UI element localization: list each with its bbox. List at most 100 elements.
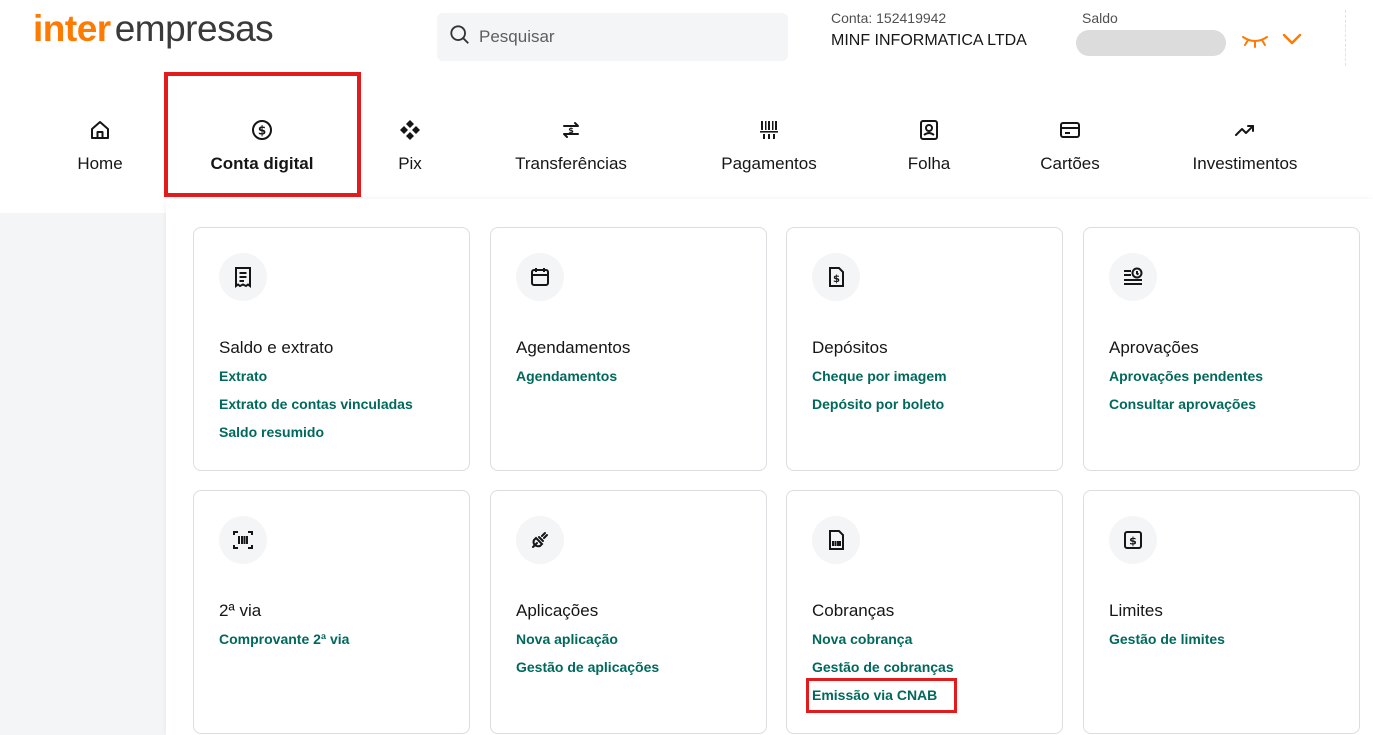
chevron-down-icon[interactable]	[1280, 28, 1304, 50]
eye-closed-icon[interactable]	[1240, 30, 1270, 50]
link-extrato[interactable]: Extrato	[219, 367, 413, 385]
barcode-icon	[760, 121, 778, 139]
card-links: Gestão de limites	[1109, 630, 1225, 658]
nav-label-pix: Pix	[398, 154, 422, 173]
card-links: Agendamentos	[516, 367, 617, 395]
card-title: Aplicações	[516, 601, 599, 620]
link-deposito-por-boleto[interactable]: Depósito por boleto	[812, 395, 947, 413]
svg-text:$: $	[1129, 535, 1137, 548]
link-gestao-de-limites[interactable]: Gestão de limites	[1109, 630, 1225, 648]
brand-logo-inter: inter	[33, 8, 111, 49]
left-background	[0, 213, 166, 735]
link-gestao-de-aplicacoes[interactable]: Gestão de aplicações	[516, 658, 659, 676]
scan-barcode-icon	[233, 531, 253, 549]
card-title: Saldo e extrato	[219, 338, 334, 357]
nav-item-folha[interactable]: Folha	[884, 98, 974, 198]
svg-text:$: $	[568, 126, 574, 135]
card-icon-circle	[516, 516, 564, 564]
nav-label-investimentos: Investimentos	[1192, 154, 1298, 173]
card-cobrancas: Cobranças Nova cobrança Gestão de cobran…	[786, 490, 1063, 734]
card-icon-circle	[1109, 253, 1157, 301]
trend-up-icon	[1235, 125, 1254, 136]
plug-icon	[532, 532, 548, 548]
balance-label: Saldo	[1082, 10, 1118, 26]
card-icon-circle: $	[812, 253, 860, 301]
search-bar[interactable]	[437, 13, 788, 61]
link-aprovacoes-pendentes[interactable]: Aprovações pendentes	[1109, 367, 1263, 385]
account-number: Conta: 152419942	[831, 10, 947, 26]
card-links: Extrato Extrato de contas vinculadas Sal…	[219, 367, 413, 451]
calendar-icon	[531, 268, 549, 286]
nav-item-investimentos[interactable]: Investimentos	[1176, 98, 1314, 198]
main-nav: Home $ Conta digital Pix $ Transferência…	[0, 98, 1373, 198]
nav-label-cartoes: Cartões	[1040, 154, 1100, 173]
card-icon-circle	[812, 516, 860, 564]
card-depositos: $ Depósitos Cheque por imagem Depósito p…	[786, 227, 1063, 471]
card-links: Nova aplicação Gestão de aplicações	[516, 630, 659, 686]
nav-label-transferencias: Transferências	[515, 154, 627, 173]
nav-label-home: Home	[77, 154, 123, 173]
limit-dollar-icon: $	[1124, 531, 1142, 549]
card-saldo-extrato: Saldo e extrato Extrato Extrato de conta…	[193, 227, 470, 471]
nav-item-cartoes[interactable]: Cartões	[1022, 98, 1118, 198]
nav-item-conta-digital[interactable]: $ Conta digital	[180, 98, 344, 198]
card-links: Cheque por imagem Depósito por boleto	[812, 367, 947, 423]
nav-label-conta-digital: Conta digital	[210, 154, 314, 173]
nav-item-pix[interactable]: Pix	[378, 98, 442, 198]
link-agendamentos[interactable]: Agendamentos	[516, 367, 617, 385]
svg-text:$: $	[833, 274, 840, 285]
nav-label-folha: Folha	[907, 154, 951, 173]
brand-logo-empresas: empresas	[114, 8, 274, 49]
balance-hidden-bar	[1076, 30, 1226, 56]
search-input[interactable]	[479, 27, 769, 47]
card-title: Cobranças	[812, 601, 895, 620]
nav-item-pagamentos[interactable]: Pagamentos	[706, 98, 832, 198]
pix-icon	[400, 120, 420, 140]
account-info[interactable]: Conta: 152419942 MINF INFORMATICA LTDA	[831, 10, 1027, 50]
card-limites: $ Limites Gestão de limites	[1083, 490, 1360, 734]
card-title: 2ª via	[219, 601, 262, 620]
card-icon-circle: $	[1109, 516, 1157, 564]
account-name: MINF INFORMATICA LTDA	[831, 32, 1027, 49]
card-aplicacoes: Aplicações Nova aplicação Gestão de apli…	[490, 490, 767, 734]
receipt-icon	[235, 267, 251, 288]
approval-clock-icon	[1124, 267, 1143, 285]
link-comprovante-2a-via[interactable]: Comprovante 2ª via	[219, 630, 349, 648]
link-cheque-por-imagem[interactable]: Cheque por imagem	[812, 367, 947, 385]
balance-area: Saldo	[1076, 10, 1226, 56]
card-icon-circle	[219, 516, 267, 564]
badge-icon	[920, 120, 938, 140]
link-nova-aplicacao[interactable]: Nova aplicação	[516, 630, 659, 648]
link-saldo-resumido[interactable]: Saldo resumido	[219, 423, 413, 441]
home-icon	[91, 121, 109, 139]
link-gestao-de-cobrancas[interactable]: Gestão de cobranças	[812, 658, 954, 676]
header-divider	[1345, 10, 1346, 66]
card-agendamentos: Agendamentos Agendamentos	[490, 227, 767, 471]
svg-text:$: $	[258, 124, 266, 138]
card-title: Aprovações	[1109, 338, 1199, 357]
card-icon-circle	[219, 253, 267, 301]
card-title: Depósitos	[812, 338, 888, 357]
card-links: Nova cobrança Gestão de cobranças Emissã…	[812, 630, 954, 714]
link-extrato-contas-vinculadas[interactable]: Extrato de contas vinculadas	[219, 395, 413, 413]
card-aprovacoes: Aprovações Aprovações pendentes Consulta…	[1083, 227, 1360, 471]
card-links: Comprovante 2ª via	[219, 630, 349, 658]
transfer-icon: $	[563, 122, 579, 138]
link-consultar-aprovacoes[interactable]: Consultar aprovações	[1109, 395, 1263, 413]
nav-item-transferencias[interactable]: $ Transferências	[500, 98, 642, 198]
nav-item-home[interactable]: Home	[60, 98, 140, 198]
cheque-icon: $	[829, 267, 844, 287]
boleto-doc-icon	[829, 530, 844, 550]
search-icon	[449, 24, 471, 51]
card-links: Aprovações pendentes Consultar aprovaçõe…	[1109, 367, 1263, 423]
card-title: Agendamentos	[516, 338, 631, 357]
card-icon	[1060, 122, 1080, 138]
top-header: interempresas Conta: 152419942 MINF INFO…	[0, 0, 1373, 75]
card-icon-circle	[516, 253, 564, 301]
card-2a-via: 2ª via Comprovante 2ª via	[193, 490, 470, 734]
brand-logo[interactable]: inter empresas	[33, 8, 274, 50]
nav-label-pagamentos: Pagamentos	[721, 154, 817, 173]
link-nova-cobranca[interactable]: Nova cobrança	[812, 630, 954, 648]
link-emissao-via-cnab[interactable]: Emissão via CNAB	[812, 686, 954, 704]
card-title: Limites	[1109, 601, 1163, 620]
